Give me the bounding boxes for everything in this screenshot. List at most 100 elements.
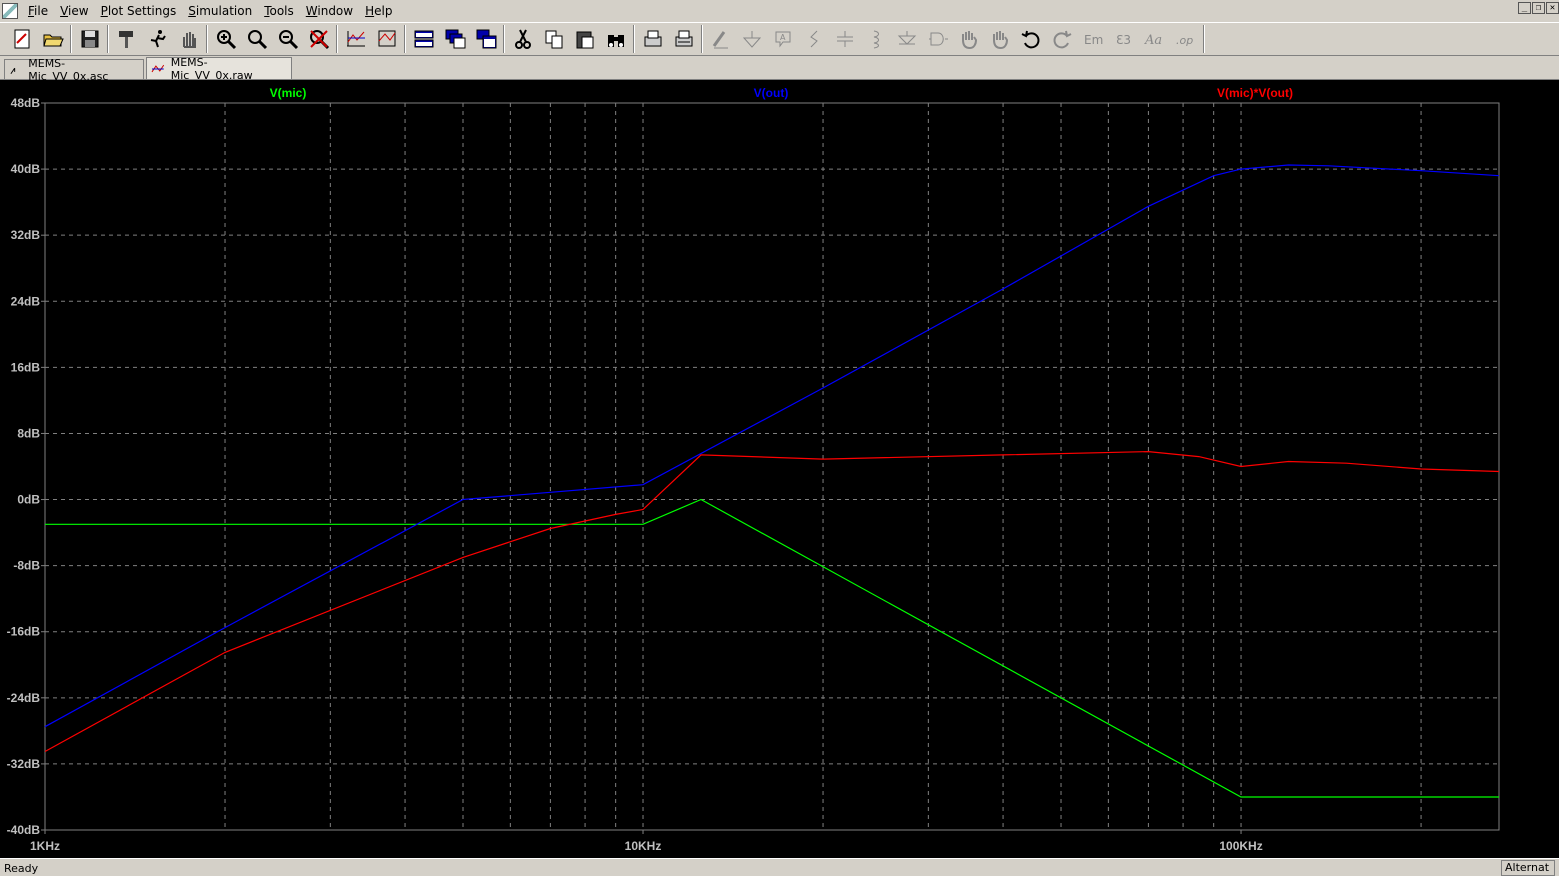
- paste-icon: [576, 31, 593, 49]
- zoom-area-icon: [247, 30, 267, 50]
- minimize-icon[interactable]: _: [1518, 2, 1531, 14]
- trace-line[interactable]: [45, 498, 1499, 798]
- mirror-button[interactable]: Ɛ3: [1110, 26, 1137, 53]
- resistor-icon: [809, 30, 818, 48]
- run-simulation-icon: [150, 30, 166, 48]
- svg-text:A: A: [780, 33, 786, 42]
- control-panel-hammer-button[interactable]: [113, 26, 140, 53]
- drag-hand-button[interactable]: [986, 26, 1013, 53]
- undo-button[interactable]: [1017, 26, 1044, 53]
- menu-simulation[interactable]: Simulation: [182, 1, 258, 21]
- draw-wire-button[interactable]: [707, 26, 734, 53]
- y-tick-label: -16dB: [7, 625, 41, 639]
- text-icon: Aa: [1144, 33, 1162, 48]
- y-tick-label: 16dB: [11, 360, 41, 374]
- tile-vertical-button[interactable]: [472, 26, 499, 53]
- trace-label[interactable]: V(mic)*V(out): [1217, 86, 1293, 100]
- tab-label: MEMS-Mic_VV_0x.asc: [28, 56, 109, 83]
- rotate-icon: Em: [1084, 33, 1103, 47]
- resistor-button[interactable]: [800, 26, 827, 53]
- toolbar-separator: [70, 25, 72, 53]
- tab-schematic[interactable]: MEMS-Mic_VV_0x.asc: [4, 57, 144, 83]
- find-binoculars-button[interactable]: [602, 26, 629, 53]
- run-simulation-button[interactable]: [144, 26, 171, 53]
- trace-line[interactable]: [44, 450, 1500, 753]
- move-hand-icon: [961, 31, 977, 50]
- plot-frame: [44, 102, 1500, 831]
- y-tick-label: 8dB: [17, 426, 40, 440]
- ground-button[interactable]: [738, 26, 765, 53]
- trace-label[interactable]: V(mic): [270, 86, 307, 100]
- rotate-button[interactable]: Em: [1079, 26, 1106, 53]
- menu-window[interactable]: Window: [300, 1, 359, 21]
- paste-button[interactable]: [571, 26, 598, 53]
- waveform-icon: [151, 64, 165, 72]
- print-setup-icon: [675, 30, 692, 47]
- mirror-icon: Ɛ3: [1116, 33, 1131, 47]
- copy-button[interactable]: [540, 26, 567, 53]
- menu-help[interactable]: Help: [359, 1, 398, 21]
- redo-icon: [1053, 30, 1071, 49]
- zoom-cancel-button[interactable]: [305, 26, 332, 53]
- print-button[interactable]: [639, 26, 666, 53]
- menu-view[interactable]: View: [54, 1, 94, 21]
- move-hand-button[interactable]: [955, 26, 982, 53]
- diode-icon: [897, 31, 916, 45]
- toolbar-separator: [206, 25, 208, 53]
- zoom-in-button[interactable]: [212, 26, 239, 53]
- x-tick-label: 1KHz: [30, 839, 60, 853]
- halt-hand-button[interactable]: [175, 26, 202, 53]
- tile-horizontal-button[interactable]: [410, 26, 437, 53]
- y-tick-label: 0dB: [17, 493, 40, 507]
- spice-directive-icon: .op: [1176, 34, 1193, 47]
- redo-button[interactable]: [1048, 26, 1075, 53]
- zoom-cancel-icon: [309, 30, 329, 50]
- diode-button[interactable]: [893, 26, 920, 53]
- open-folder-button[interactable]: [39, 26, 66, 53]
- print-setup-button[interactable]: [670, 26, 697, 53]
- text-button[interactable]: Aa: [1141, 26, 1168, 53]
- capacitor-button[interactable]: [831, 26, 858, 53]
- autorange-button[interactable]: [342, 26, 369, 53]
- menu-file[interactable]: File: [22, 1, 54, 21]
- save-button[interactable]: [76, 26, 103, 53]
- plot-canvas[interactable]: 48dB 40dB 32dB 24dB 16dB 8dB 0dB -8dB -16dB -24dB…: [0, 80, 1559, 858]
- menu-plot-settings[interactable]: Plot Settings: [95, 1, 183, 21]
- find-binoculars-icon: [607, 35, 624, 47]
- restore-icon[interactable]: ❐: [1532, 2, 1545, 14]
- svg-text:Ɛ3: Ɛ3: [1116, 33, 1131, 47]
- new-schematic-icon: [14, 29, 29, 49]
- close-icon[interactable]: ✕: [1546, 2, 1559, 14]
- svg-text:.op: .op: [1176, 34, 1193, 47]
- halt-hand-icon: [182, 32, 196, 48]
- component-button[interactable]: [924, 26, 951, 53]
- toolbar-separator: [336, 25, 338, 53]
- save-icon: [81, 30, 98, 48]
- cut-scissors-button[interactable]: [509, 26, 536, 53]
- label-net-icon: A: [775, 31, 790, 48]
- tile-vertical-icon: [476, 29, 496, 49]
- tab-label: MEMS-Mic_VV_0x.raw: [170, 55, 253, 82]
- tile-horizontal-icon: [414, 30, 433, 48]
- label-net-button[interactable]: A: [769, 26, 796, 53]
- x-tick-label: 100KHz: [1219, 839, 1262, 853]
- new-schematic-button[interactable]: [8, 26, 35, 53]
- spice-directive-button[interactable]: .op: [1172, 26, 1199, 53]
- waveform-plot[interactable]: 48dB 40dB 32dB 24dB 16dB 8dB 0dB -8dB -16dB -24dB…: [0, 80, 1559, 858]
- inductor-button[interactable]: [862, 26, 889, 53]
- manual-limits-button[interactable]: [373, 26, 400, 53]
- y-tick-label: -32dB: [7, 757, 41, 771]
- toolbar-separator: [1203, 25, 1205, 53]
- trace-line[interactable]: [44, 164, 1500, 728]
- trace-label[interactable]: V(out): [754, 86, 789, 100]
- cascade-button[interactable]: [441, 26, 468, 53]
- app-waveform-icon[interactable]: [2, 3, 18, 19]
- menu-tools[interactable]: Tools: [258, 1, 300, 21]
- tab-waveform[interactable]: MEMS-Mic_VV_0x.raw: [146, 55, 292, 82]
- toolbar-separator: [404, 25, 406, 53]
- draw-wire-icon: [712, 31, 728, 49]
- zoom-out-button[interactable]: [274, 26, 301, 53]
- zoom-area-button[interactable]: [243, 26, 270, 53]
- schematic-icon: [10, 67, 16, 74]
- status-bar: Ready Alternat: [0, 858, 1559, 876]
